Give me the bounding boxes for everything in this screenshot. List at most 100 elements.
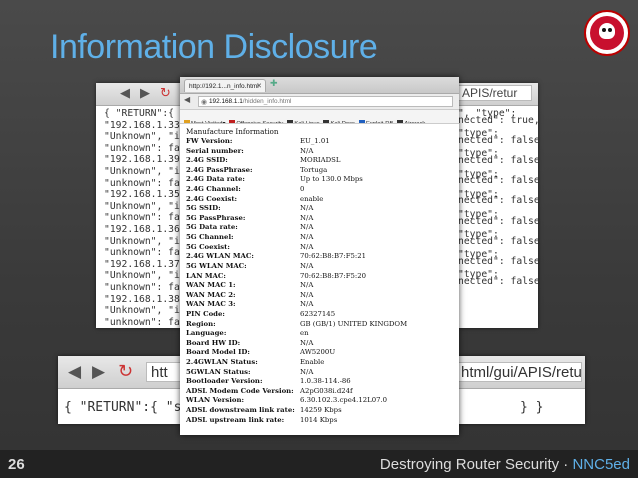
background-url-bar[interactable]: APIS/retur <box>458 85 532 101</box>
info-label: 2.4G Data rate: <box>186 175 245 184</box>
footer-main: Destroying Router Security · <box>379 456 573 473</box>
info-row: PIN Code: 62327145 <box>186 310 456 320</box>
info-label: FW Version: <box>186 137 233 145</box>
info-label: LAN MAC: <box>186 271 226 280</box>
bookmarks-bar: Most Visited▾ Offensive Security Kali Linu… <box>180 110 459 124</box>
info-heading: Manufacture Information <box>186 127 279 136</box>
slide-title: Information Disclosure <box>50 28 378 66</box>
page-number: 26 <box>8 456 25 473</box>
bookmark-label: Kali Docs <box>330 121 355 124</box>
info-label: WLAN Version: <box>186 396 245 405</box>
info-value: N/A <box>300 281 314 290</box>
info-row: 2.4G Coexist: enable <box>186 195 456 205</box>
footer-text: Destroying Router Security · NNC5ed <box>380 456 630 473</box>
info-value: 70:62:B8:B7:F5:21 <box>300 252 366 261</box>
json-line: nected": false, <box>458 175 538 187</box>
info-row: WAN MAC 1: N/A <box>186 281 456 291</box>
forward-icon[interactable]: ▶ <box>140 86 150 101</box>
info-label: ADSL upstream link rate: <box>186 415 285 424</box>
info-value: 6.30.102.3.cpe4.12L07.0 <box>300 396 388 405</box>
skull-logo-icon <box>584 10 630 56</box>
json-line: nected": false, <box>458 235 538 247</box>
info-label: 5G WLAN MAC: <box>186 261 247 270</box>
info-value: en <box>300 329 309 338</box>
info-row: 5GWLAN Status: N/A <box>186 368 456 378</box>
bookmark-item[interactable]: Exploit-DB <box>358 118 393 123</box>
bookmark-icon <box>287 120 294 123</box>
info-value: 14259 Kbps <box>300 406 342 415</box>
forward-icon[interactable]: ▶ <box>92 362 105 382</box>
reload-icon[interactable]: ↻ <box>160 86 171 101</box>
tab-hidden-info[interactable]: http://192.1...n_info.html ✕ <box>184 79 266 92</box>
info-value: EU_1.01 <box>300 137 330 145</box>
info-value: 70:62:B8:B7:F5:20 <box>300 271 366 280</box>
info-label: ADSL downstream link rate: <box>186 406 295 415</box>
info-label: 5G SSID: <box>186 204 221 213</box>
info-value: N/A <box>300 242 314 251</box>
info-value: N/A <box>300 367 314 376</box>
url-path: /hidden_info.html <box>242 98 292 105</box>
url-host: 192.168.1.1 <box>209 98 243 105</box>
info-value: N/A <box>300 290 314 299</box>
info-row: LAN MAC: 70:62:B8:B7:F5:20 <box>186 272 456 282</box>
json-line: nected": false, <box>458 195 538 207</box>
info-label: Language: <box>186 329 227 338</box>
info-value: N/A <box>300 223 314 232</box>
info-label: Board Model ID: <box>186 348 250 357</box>
bookmark-item[interactable]: Kali Docs <box>323 118 355 124</box>
bookmark-icon <box>358 120 365 123</box>
info-row: 5G Coexist: N/A <box>186 243 456 253</box>
info-label: 2.4G Channel: <box>186 185 241 194</box>
background-2-json-right: } } <box>520 400 544 415</box>
info-value: MORIADSL <box>300 156 341 165</box>
bookmark-item[interactable]: Kali Linux <box>287 118 320 124</box>
back-icon[interactable]: ◀ <box>120 86 130 101</box>
tab-strip: http://192.1...n_info.html ✕ ✚ <box>180 77 459 94</box>
bookmark-item[interactable]: Offensive Security <box>229 118 284 124</box>
bookmark-icon <box>229 120 236 123</box>
reload-icon[interactable]: ↻ <box>118 361 133 382</box>
globe-icon: ◉ <box>201 99 208 106</box>
close-icon[interactable]: ✕ <box>256 80 262 92</box>
info-label: 5G Data rate: <box>186 223 238 232</box>
info-table: FW Version: EU_1.01 Serial number: N/A 2.4G … <box>186 137 456 425</box>
info-row: ADSL Modem Code Version: A2pG038i.d24f <box>186 387 456 397</box>
info-row: 2.4G WLAN MAC: 70:62:B8:B7:F5:21 <box>186 252 456 262</box>
bookmark-item[interactable]: Most Visited▾ <box>184 118 225 123</box>
bookmark-label: Aircrack- <box>404 121 428 124</box>
footer-accent: NNC5ed <box>572 456 630 473</box>
info-label: 2.4G SSID: <box>186 156 228 165</box>
url-bar[interactable]: ◉ 192.168.1.1/hidden_info.html <box>198 96 453 107</box>
new-tab-icon[interactable]: ✚ <box>270 79 278 89</box>
info-value: GB (GB/1) UNITED KINGDOM <box>300 319 408 328</box>
back-icon[interactable]: ◀ <box>184 95 190 104</box>
bookmark-icon <box>323 120 330 123</box>
info-value: N/A <box>300 233 314 242</box>
bookmark-item[interactable]: Aircrack- <box>397 118 428 124</box>
info-value: Tortuga <box>300 165 328 174</box>
bookmark-label: Kali Linux <box>294 121 320 124</box>
back-icon[interactable]: ◀ <box>68 362 81 382</box>
info-label: WAN MAC 1: <box>186 281 236 290</box>
info-row: ADSL upstream link rate: 1014 Kbps <box>186 416 456 426</box>
info-row: 2.4G SSID: MORIADSL <box>186 156 456 166</box>
manufacture-info-content: Manufacture Information FW Version: EU_1.… <box>186 127 456 425</box>
info-value: enable <box>300 194 324 203</box>
info-row: 2.4G Data rate: Up to 130.0 Mbps <box>186 175 456 185</box>
bookmark-label: Offensive Security <box>236 121 284 124</box>
info-label: 2.4GWLAN Status: <box>186 358 258 367</box>
info-value: 1014 Kbps <box>300 415 338 424</box>
info-row: Board HW ID: N/A <box>186 339 456 349</box>
background-2-url-right[interactable]: html/gui/APIS/retur <box>458 362 582 382</box>
info-label: 2.4G WLAN MAC: <box>186 252 254 261</box>
info-value: A2pG038i.d24f <box>300 386 353 395</box>
info-row: WAN MAC 2: N/A <box>186 291 456 301</box>
info-row: Serial number: N/A <box>186 147 456 157</box>
info-value: 0 <box>300 185 305 194</box>
json-line: nected": false, <box>458 155 538 167</box>
json-line: nected": false, <box>458 134 538 146</box>
info-row: WLAN Version: 6.30.102.3.cpe4.12L07.0 <box>186 396 456 406</box>
info-label: 5GWLAN Status: <box>186 367 251 376</box>
info-row: 5G WLAN MAC: N/A <box>186 262 456 272</box>
navigation-bar: ◀ ◉ 192.168.1.1/hidden_info.html <box>180 94 459 110</box>
